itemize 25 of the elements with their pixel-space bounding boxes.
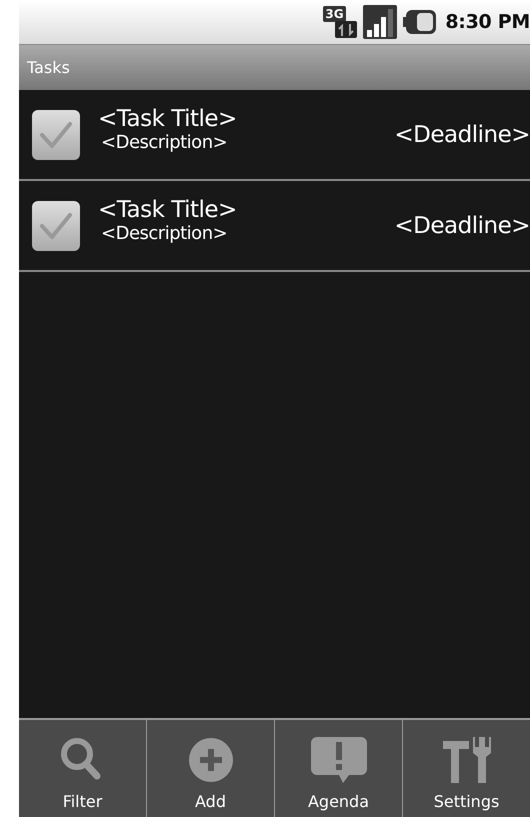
checkbox[interactable] — [32, 200, 80, 250]
task-deadline: <Deadline> — [394, 212, 530, 238]
menu-item[interactable]: Agenda — [274, 720, 402, 817]
task-title: <Task Title> — [98, 197, 237, 223]
task-title: <Task Title> — [98, 106, 237, 132]
menu-item[interactable]: Filter — [19, 720, 146, 817]
plus-circle-icon — [188, 736, 234, 784]
signal-icon — [363, 5, 398, 39]
task-deadline: <Deadline> — [394, 122, 530, 148]
task-row[interactable]: <Task Title> <Description> <Deadline> — [19, 181, 530, 272]
check-icon — [39, 212, 73, 240]
checkbox[interactable] — [32, 110, 80, 160]
battery-icon — [403, 9, 438, 35]
menu-item[interactable]: Add — [146, 720, 274, 817]
check-icon — [39, 120, 73, 148]
task-row[interactable]: <Task Title> <Description> <Deadline> — [19, 90, 530, 181]
task-description: <Description> — [101, 132, 228, 153]
exclamation-bubble-icon — [308, 735, 368, 785]
network-type-label: 3G — [323, 6, 346, 22]
clock-time: 8:30 PM — [445, 11, 530, 33]
app-title: Tasks — [27, 58, 70, 77]
task-description: <Description> — [101, 223, 228, 244]
data-arrows-icon — [335, 21, 358, 38]
hammer-wrench-icon — [440, 735, 492, 785]
menu-item[interactable]: Settings — [402, 720, 530, 817]
